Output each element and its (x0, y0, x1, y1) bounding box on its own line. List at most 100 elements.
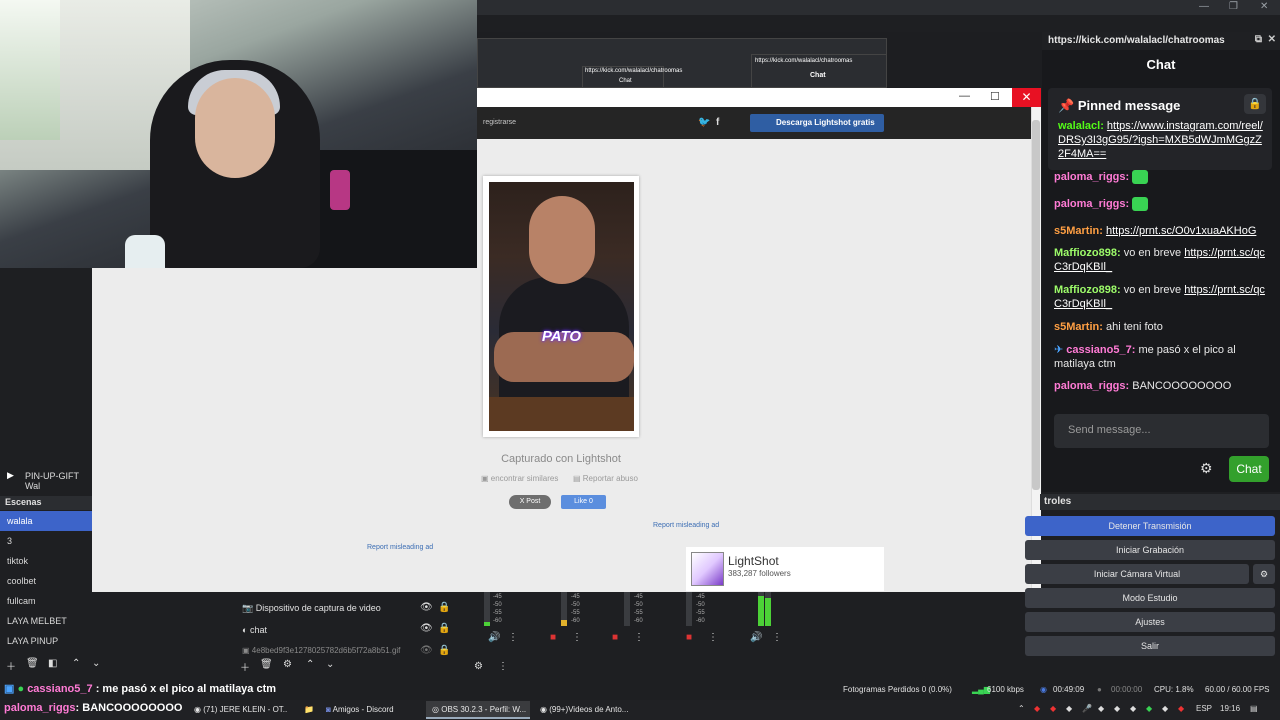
find-similar-link[interactable]: ▣ encontrar similares (481, 474, 558, 483)
tray-app-icon[interactable]: ◆ (1162, 704, 1168, 713)
screenshot-image[interactable] (489, 182, 634, 431)
source-item[interactable]: ▣ 4e8bed9f3e1278025782d6b5f72a8b51.gif (242, 646, 400, 655)
minimize-icon[interactable]: — (959, 90, 970, 102)
chat-user[interactable]: s5Martin: (1054, 225, 1103, 237)
chat-link[interactable]: https://prnt.sc/O0v1xuaAKHoG (1106, 225, 1256, 237)
visibility-off-icon[interactable]: 👁 (420, 645, 433, 656)
more-icon[interactable]: ⋮ (572, 632, 582, 643)
start-recording-button[interactable]: Iniciar Grabación (1025, 540, 1275, 560)
volume-icon[interactable]: 🔊 (488, 632, 500, 643)
chat-send-button[interactable]: Chat (1229, 456, 1269, 482)
file-explorer-icon[interactable]: 📁 (298, 701, 316, 719)
down-arrow-icon[interactable]: ⌄ (326, 659, 334, 670)
scene-item[interactable]: LAYA PINUP (0, 631, 92, 651)
maximize-icon[interactable]: ☐ (990, 90, 1000, 103)
more-icon[interactable]: ⋮ (708, 632, 718, 643)
virtual-camera-settings-icon[interactable]: ⚙ (1253, 564, 1275, 584)
lock-icon[interactable]: 🔒 (1244, 94, 1266, 114)
up-arrow-icon[interactable]: ⌃ (72, 658, 80, 669)
tray-app-icon[interactable]: ◆ (1034, 704, 1040, 713)
source-item[interactable]: 📷 Dispositivo de captura de video (242, 603, 381, 614)
download-lightshot-button[interactable]: Descarga Lightshot gratis (750, 114, 884, 132)
volume-icon[interactable]: 🔊 (750, 632, 762, 643)
mixer-settings-icon[interactable]: ⚙ (474, 661, 483, 672)
tray-app-icon[interactable]: ◆ (1178, 704, 1184, 713)
visibility-icon[interactable]: 👁 (420, 602, 433, 613)
start-virtual-camera-button[interactable]: Iniciar Cámara Virtual (1025, 564, 1249, 584)
taskbar-item[interactable]: ◉ (71) JERE KLEIN - OT... (188, 701, 288, 719)
add-icon[interactable]: ＋ (240, 659, 250, 674)
taskbar-item[interactable]: ◙ Amigos - Discord (320, 701, 420, 719)
chat-user[interactable]: paloma_riggs: (1054, 380, 1129, 392)
scene-item[interactable]: 3 (0, 531, 92, 551)
undock-icon[interactable]: ⧉ (1255, 34, 1262, 45)
trash-icon[interactable]: 🗑 (260, 659, 273, 670)
more-icon[interactable]: ⋮ (634, 632, 644, 643)
more-icon[interactable]: ⋮ (498, 661, 508, 672)
pinned-user[interactable]: walalacl: (1058, 120, 1104, 132)
clock[interactable]: 19:16 (1220, 704, 1240, 713)
register-link[interactable]: registrarse (483, 119, 516, 126)
filter-icon[interactable]: ◧ (48, 658, 57, 669)
muted-icon[interactable]: ■ (686, 632, 692, 643)
muted-icon[interactable]: ■ (550, 632, 556, 643)
microphone-icon[interactable]: 🎤 (1082, 704, 1092, 713)
more-icon[interactable]: ⋮ (508, 632, 518, 643)
scrollbar-thumb[interactable] (1032, 120, 1040, 490)
chat-user[interactable]: paloma_riggs: (1054, 198, 1129, 210)
chat-user[interactable]: paloma_riggs: (1054, 171, 1129, 183)
tray-app-icon[interactable]: ◆ (1098, 704, 1104, 713)
close-icon[interactable]: ✕ (1260, 1, 1268, 12)
exit-button[interactable]: Salir (1025, 636, 1275, 656)
task-label: OBS 30.2.3 - Perfil: W... (441, 705, 527, 714)
add-icon[interactable]: ＋ (6, 658, 16, 673)
chat-user[interactable]: Maffiozo898: (1054, 247, 1121, 259)
twitter-icon[interactable]: 🐦 (698, 117, 710, 128)
minimize-icon[interactable]: — (1199, 1, 1209, 12)
scene-item[interactable]: LAYA MELBET (0, 611, 92, 631)
stop-stream-button[interactable]: Detener Transmisión (1025, 516, 1275, 536)
lock-icon[interactable]: 🔒 (438, 602, 450, 613)
close-icon[interactable]: ✕ (1268, 34, 1276, 45)
lock-icon[interactable]: 🔒 (438, 623, 450, 634)
chat-user[interactable]: s5Martin: (1054, 321, 1103, 333)
report-abuse-link[interactable]: ▤ Reportar abuso (573, 474, 638, 483)
more-icon[interactable]: ⋮ (772, 632, 782, 643)
scene-item[interactable]: tiktok (0, 551, 92, 571)
notification-icon[interactable]: ▤ (1250, 704, 1258, 713)
play-icon[interactable]: ▶ (7, 470, 14, 481)
facebook-like-button[interactable]: Like 0 (561, 495, 606, 509)
muted-icon[interactable]: ■ (612, 632, 618, 643)
tray-app-icon[interactable]: ◆ (1050, 704, 1056, 713)
chat-user[interactable]: cassiano5_7: (1066, 344, 1135, 356)
up-arrow-icon[interactable]: ⌃ (306, 659, 314, 670)
tray-app-icon[interactable]: ◆ (1130, 704, 1136, 713)
restore-icon[interactable]: ❐ (1229, 1, 1238, 12)
studio-mode-button[interactable]: Modo Estudio (1025, 588, 1275, 608)
scene-item[interactable]: fullcam (0, 591, 92, 611)
x-post-button[interactable]: X Post (509, 495, 551, 509)
tray-app-icon[interactable]: ◆ (1114, 704, 1120, 713)
taskbar-item[interactable]: ◉ (99+)Videos de Anto... (534, 701, 638, 719)
language-indicator[interactable]: ESP (1196, 704, 1212, 713)
taskbar-item[interactable]: ◎ OBS 30.2.3 - Perfil: W... (426, 701, 530, 719)
tray-app-icon[interactable]: ◆ (1066, 704, 1072, 713)
chat-user[interactable]: Maffiozo898: (1054, 284, 1121, 296)
gear-icon[interactable]: ⚙ (283, 659, 292, 670)
close-button[interactable]: ✕ (1012, 88, 1041, 107)
visibility-icon[interactable]: 👁 (420, 623, 433, 634)
tray-chevron-icon[interactable]: ⌃ (1018, 704, 1025, 713)
scene-item[interactable]: coolbet (0, 571, 92, 591)
facebook-icon[interactable]: f (716, 117, 719, 128)
report-ad-link[interactable]: Report misleading ad (653, 522, 719, 529)
send-message-input[interactable]: Send message... (1054, 414, 1269, 448)
down-arrow-icon[interactable]: ⌄ (92, 658, 100, 669)
source-item[interactable]: ◐ chat (242, 625, 267, 635)
settings-button[interactable]: Ajustes (1025, 612, 1275, 632)
gear-icon[interactable]: ⚙ (1200, 460, 1213, 477)
lock-icon[interactable]: 🔒 (438, 645, 450, 656)
trash-icon[interactable]: 🗑 (26, 658, 39, 669)
scene-item[interactable]: walala (0, 511, 92, 531)
tray-app-icon[interactable]: ◆ (1146, 704, 1152, 713)
report-ad-link[interactable]: Report misleading ad (367, 544, 433, 551)
